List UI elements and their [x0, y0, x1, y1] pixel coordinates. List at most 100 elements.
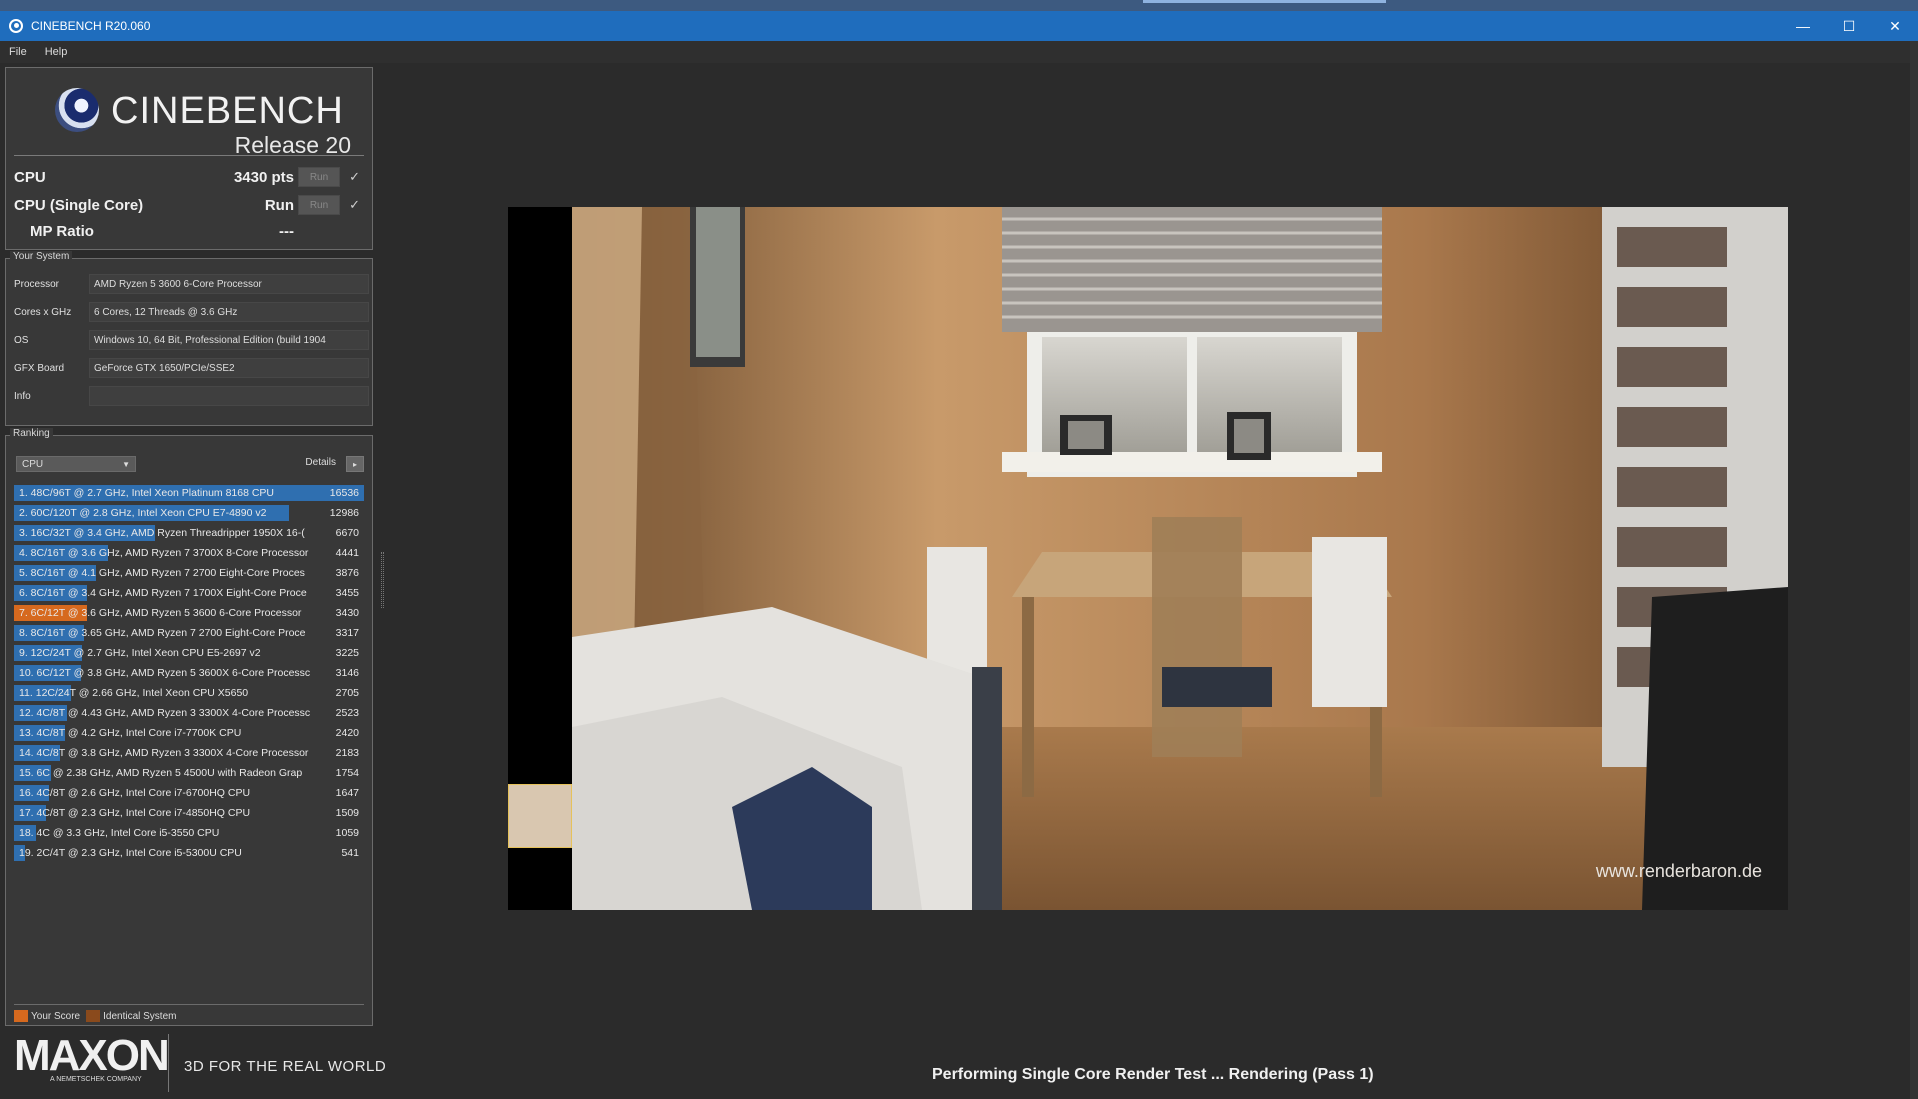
ranking-row-score: 3455: [335, 587, 359, 599]
ranking-row[interactable]: 17. 4C/8T @ 2.3 GHz, Intel Core i7-4850H…: [14, 803, 364, 823]
ranking-row-label: 8. 8C/16T @ 3.65 GHz, AMD Ryzen 7 2700 E…: [19, 627, 306, 639]
ranking-row[interactable]: 19. 2C/4T @ 2.3 GHz, Intel Core i5-5300U…: [14, 843, 364, 863]
ranking-row[interactable]: 8. 8C/16T @ 3.65 GHz, AMD Ryzen 7 2700 E…: [14, 623, 364, 643]
ranking-legend: Your Score Identical System: [14, 1009, 176, 1023]
ranking-row[interactable]: 10. 6C/12T @ 3.8 GHz, AMD Ryzen 5 3600X …: [14, 663, 364, 683]
mp-ratio-label: MP Ratio: [30, 222, 94, 240]
ranking-row-score: 1647: [335, 787, 359, 799]
ranking-row[interactable]: 12. 4C/8T @ 4.43 GHz, AMD Ryzen 3 3300X …: [14, 703, 364, 723]
ranking-row[interactable]: 3. 16C/32T @ 3.4 GHz, AMD Ryzen Threadri…: [14, 523, 364, 543]
cinebench-logo: CINEBENCH Release 20: [51, 80, 351, 158]
maxon-tagline: 3D FOR THE REAL WORLD: [184, 1058, 387, 1075]
panel-resize-grip[interactable]: [381, 552, 384, 608]
ranking-row-label: 1. 48C/96T @ 2.7 GHz, Intel Xeon Platinu…: [19, 487, 275, 499]
logo-divider: [14, 155, 364, 156]
ranking-row-label: 6. 8C/16T @ 3.4 GHz, AMD Ryzen 7 1700X E…: [19, 587, 307, 599]
ranking-row[interactable]: 16. 4C/8T @ 2.6 GHz, Intel Core i7-6700H…: [14, 783, 364, 803]
ranking-row-score: 1059: [335, 827, 359, 839]
close-button[interactable]: ✕: [1872, 11, 1918, 41]
maximize-button[interactable]: ☐: [1826, 11, 1872, 41]
ranking-row[interactable]: 9. 12C/24T @ 2.7 GHz, Intel Xeon CPU E5-…: [14, 643, 364, 663]
ranking-row-label: 12. 4C/8T @ 4.43 GHz, AMD Ryzen 3 3300X …: [19, 707, 311, 719]
system-value[interactable]: AMD Ryzen 5 3600 6-Core Processor: [89, 274, 369, 294]
system-row-processor: Processor AMD Ryzen 5 3600 6-Core Proces…: [14, 273, 369, 295]
cpu-check-icon[interactable]: ✓: [349, 169, 360, 185]
maxon-wordmark: MAXON: [14, 1031, 170, 1080]
ranking-type-dropdown[interactable]: CPU ▼: [16, 456, 136, 472]
ranking-row-label: 15. 6C @ 2.38 GHz, AMD Ryzen 5 4500U wit…: [19, 767, 303, 779]
ranking-row-label: 11. 12C/24T @ 2.66 GHz, Intel Xeon CPU X…: [19, 687, 249, 699]
details-arrow-button[interactable]: ▸: [346, 456, 364, 472]
system-value[interactable]: Windows 10, 64 Bit, Professional Edition…: [89, 330, 369, 350]
ranking-row-score: 1509: [335, 807, 359, 819]
title-bar: CINEBENCH R20.060 — ☐ ✕: [0, 11, 1918, 41]
ranking-row-score: 3317: [335, 627, 359, 639]
system-label: Processor: [14, 278, 60, 290]
ranking-row-label: 14. 4C/8T @ 3.8 GHz, AMD Ryzen 3 3300X 4…: [19, 747, 309, 759]
ranking-row-label: 5. 8C/16T @ 4.1 GHz, AMD Ryzen 7 2700 Ei…: [19, 567, 305, 579]
system-row-cores: Cores x GHz 6 Cores, 12 Threads @ 3.6 GH…: [14, 301, 369, 323]
ranking-row[interactable]: 5. 8C/16T @ 4.1 GHz, AMD Ryzen 7 2700 Ei…: [14, 563, 364, 583]
ranking-panel: Ranking CPU ▼ Details ▸ 1. 48C/96T @ 2.7…: [5, 428, 373, 1026]
render-watermark: www.renderbaron.de: [1595, 861, 1762, 881]
ranking-row-score: 541: [341, 847, 359, 859]
ranking-list: 1. 48C/96T @ 2.7 GHz, Intel Xeon Platinu…: [14, 483, 364, 863]
ranking-row-label: 18. 4C @ 3.3 GHz, Intel Core i5-3550 CPU: [19, 827, 220, 839]
ranking-row-score: 2705: [335, 687, 359, 699]
system-value[interactable]: 6 Cores, 12 Threads @ 3.6 GHz: [89, 302, 369, 322]
cpu-score-row: CPU 3430 pts Run ✓: [14, 165, 364, 189]
footer-divider: [168, 1034, 169, 1092]
info-field[interactable]: [89, 386, 369, 406]
ranking-row-score: 3146: [335, 667, 359, 679]
details-label[interactable]: Details: [305, 457, 336, 468]
score-panel: CINEBENCH Release 20 CPU 3430 pts Run ✓ …: [5, 67, 373, 250]
ranking-row[interactable]: 18. 4C @ 3.3 GHz, Intel Core i5-3550 CPU…: [14, 823, 364, 843]
render-viewport: www.renderbaron.de: [508, 207, 1788, 910]
single-core-run-button[interactable]: Run: [298, 195, 340, 215]
desktop-strip: [0, 0, 1918, 11]
cpu-score-value: 3430 pts: [233, 168, 294, 186]
minimize-button[interactable]: —: [1780, 11, 1826, 41]
ranking-row-label: 19. 2C/4T @ 2.3 GHz, Intel Core i5-5300U…: [19, 847, 242, 859]
ranking-row[interactable]: 4. 8C/16T @ 3.6 GHz, AMD Ryzen 7 3700X 8…: [14, 543, 364, 563]
cinebench-app-icon: [9, 19, 23, 33]
taskbar-highlight: [1143, 0, 1386, 3]
chevron-down-icon: ▼: [122, 459, 130, 469]
ranking-row[interactable]: 2. 60C/120T @ 2.8 GHz, Intel Xeon CPU E7…: [14, 503, 364, 523]
cpu-label: CPU: [14, 168, 46, 186]
window-title: CINEBENCH R20.060: [31, 19, 151, 33]
cpu-run-button[interactable]: Run: [298, 167, 340, 187]
ranking-row-label: 3. 16C/32T @ 3.4 GHz, AMD Ryzen Threadri…: [19, 527, 305, 539]
system-value[interactable]: GeForce GTX 1650/PCIe/SSE2: [89, 358, 369, 378]
ranking-row-score: 2183: [335, 747, 359, 759]
ranking-row[interactable]: 13. 4C/8T @ 4.2 GHz, Intel Core i7-7700K…: [14, 723, 364, 743]
ranking-row-label: 9. 12C/24T @ 2.7 GHz, Intel Xeon CPU E5-…: [19, 647, 261, 659]
identical-system-swatch: [86, 1010, 101, 1022]
ranking-row[interactable]: 14. 4C/8T @ 3.8 GHz, AMD Ryzen 3 3300X 4…: [14, 743, 364, 763]
your-score-swatch: [14, 1010, 28, 1022]
ranking-row[interactable]: 11. 12C/24T @ 2.66 GHz, Intel Xeon CPU X…: [14, 683, 364, 703]
ranking-row[interactable]: 1. 48C/96T @ 2.7 GHz, Intel Xeon Platinu…: [14, 483, 364, 503]
ranking-row-label: 10. 6C/12T @ 3.8 GHz, AMD Ryzen 5 3600X …: [19, 667, 311, 679]
mp-ratio-value: ---: [279, 222, 294, 240]
ranking-title: Ranking: [10, 428, 53, 439]
single-core-check-icon[interactable]: ✓: [349, 197, 360, 213]
ranking-row[interactable]: 6. 8C/16T @ 3.4 GHz, AMD Ryzen 7 1700X E…: [14, 583, 364, 603]
single-core-value: Run: [264, 196, 294, 214]
ranking-row-score: 2523: [335, 707, 359, 719]
ranking-row-score: 12986: [329, 507, 359, 519]
ranking-row-score: 3225: [335, 647, 359, 659]
menu-file[interactable]: File: [9, 46, 27, 58]
ranking-row-label: 7. 6C/12T @ 3.6 GHz, AMD Ryzen 5 3600 6-…: [19, 607, 302, 619]
ranking-row-label: 4. 8C/16T @ 3.6 GHz, AMD Ryzen 7 3700X 8…: [19, 547, 309, 559]
ranking-row[interactable]: 7. 6C/12T @ 3.6 GHz, AMD Ryzen 5 3600 6-…: [14, 603, 364, 623]
menu-help[interactable]: Help: [45, 46, 68, 58]
ranking-dropdown-value: CPU: [22, 458, 44, 470]
single-core-score-row: CPU (Single Core) Run Run ✓: [14, 193, 364, 217]
ranking-row-score: 6670: [335, 527, 359, 539]
ranking-row-score: 4441: [335, 547, 359, 559]
ranking-row-score: 2420: [335, 727, 359, 739]
render-bucket: [508, 784, 572, 848]
ranking-row-score: 16536: [329, 487, 359, 499]
ranking-row[interactable]: 15. 6C @ 2.38 GHz, AMD Ryzen 5 4500U wit…: [14, 763, 364, 783]
